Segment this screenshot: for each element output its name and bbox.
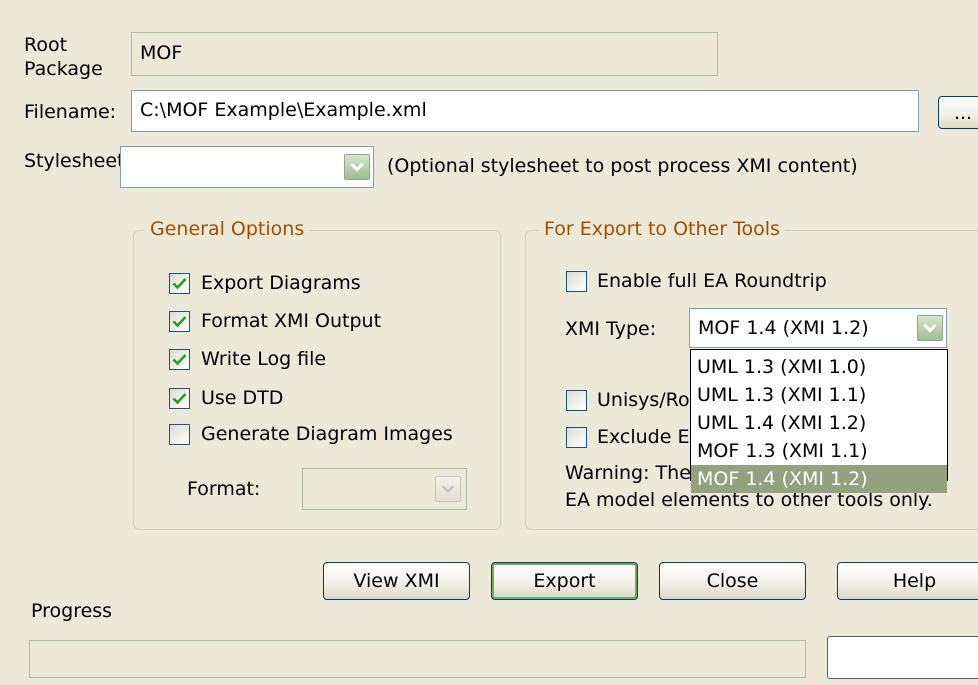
format-label: Format: (187, 478, 261, 500)
stylesheet-select[interactable] (120, 146, 374, 188)
xmi-type-select[interactable]: MOF 1.4 (XMI 1.2) (689, 308, 947, 348)
export-diagrams-checkbox[interactable] (169, 273, 190, 294)
view-xmi-button[interactable]: View XMI (323, 562, 470, 600)
unisys-label: Unisys/Ro (597, 389, 690, 411)
help-button[interactable]: Help (837, 562, 978, 600)
progress-bar (29, 640, 806, 678)
format-dropdown-button[interactable] (435, 476, 461, 502)
checkmark-icon (172, 316, 187, 328)
xmi-type-option[interactable]: UML 1.3 (XMI 1.1) (691, 381, 947, 409)
generate-diagram-images-checkbox[interactable] (169, 424, 190, 445)
chevron-down-icon (441, 485, 455, 494)
chevron-down-icon (350, 162, 364, 172)
export-other-tools-title: For Export to Other Tools (539, 218, 785, 240)
checkmark-icon (172, 393, 187, 405)
unisys-checkbox[interactable] (566, 390, 587, 411)
xmi-type-dropdown-list: UML 1.3 (XMI 1.0) UML 1.3 (XMI 1.1) UML … (690, 349, 948, 493)
checkmark-icon (172, 278, 187, 290)
checkmark-icon (172, 354, 187, 366)
status-field (827, 636, 978, 679)
warning-line-1: Warning: The (565, 462, 691, 484)
xmi-type-option[interactable]: MOF 1.3 (XMI 1.1) (691, 437, 947, 465)
write-log-file-checkbox[interactable] (169, 349, 190, 370)
xmi-export-dialog: Root Package MOF Filename: C:\MOF Exampl… (0, 0, 978, 685)
xmi-type-label: XMI Type: (565, 318, 657, 340)
export-diagrams-label: Export Diagrams (201, 272, 361, 294)
write-log-file-label: Write Log file (201, 348, 327, 370)
exclude-label: Exclude E (597, 426, 690, 448)
xmi-type-option[interactable]: UML 1.4 (XMI 1.2) (691, 409, 947, 437)
enable-roundtrip-checkbox[interactable] (566, 271, 587, 292)
xmi-type-option[interactable]: UML 1.3 (XMI 1.0) (691, 353, 947, 381)
progress-label: Progress (31, 600, 113, 622)
general-options-title: General Options (145, 218, 310, 240)
generate-diagram-images-label: Generate Diagram Images (201, 423, 453, 445)
close-button[interactable]: Close (659, 562, 806, 600)
use-dtd-label: Use DTD (201, 387, 284, 409)
xmi-type-option-selected[interactable]: MOF 1.4 (XMI 1.2) (691, 465, 947, 493)
export-button[interactable]: Export (491, 562, 638, 600)
browse-button[interactable]: ... (938, 96, 978, 129)
stylesheet-dropdown-button[interactable] (344, 154, 370, 180)
filename-input[interactable]: C:\MOF Example\Example.xml (131, 90, 919, 132)
exclude-checkbox[interactable] (566, 427, 587, 448)
chevron-down-icon (923, 323, 937, 333)
enable-roundtrip-label: Enable full EA Roundtrip (597, 270, 827, 292)
filename-label: Filename: (24, 101, 117, 123)
format-xmi-output-label: Format XMI Output (201, 310, 382, 332)
stylesheet-hint: (Optional stylesheet to post process XMI… (387, 155, 858, 177)
xmi-type-dropdown-button[interactable] (917, 315, 943, 341)
use-dtd-checkbox[interactable] (169, 388, 190, 409)
format-xmi-output-checkbox[interactable] (169, 311, 190, 332)
stylesheet-label: Stylesheet (24, 150, 125, 172)
root-package-label: Root Package (24, 34, 103, 80)
root-package-field: MOF (131, 32, 718, 76)
